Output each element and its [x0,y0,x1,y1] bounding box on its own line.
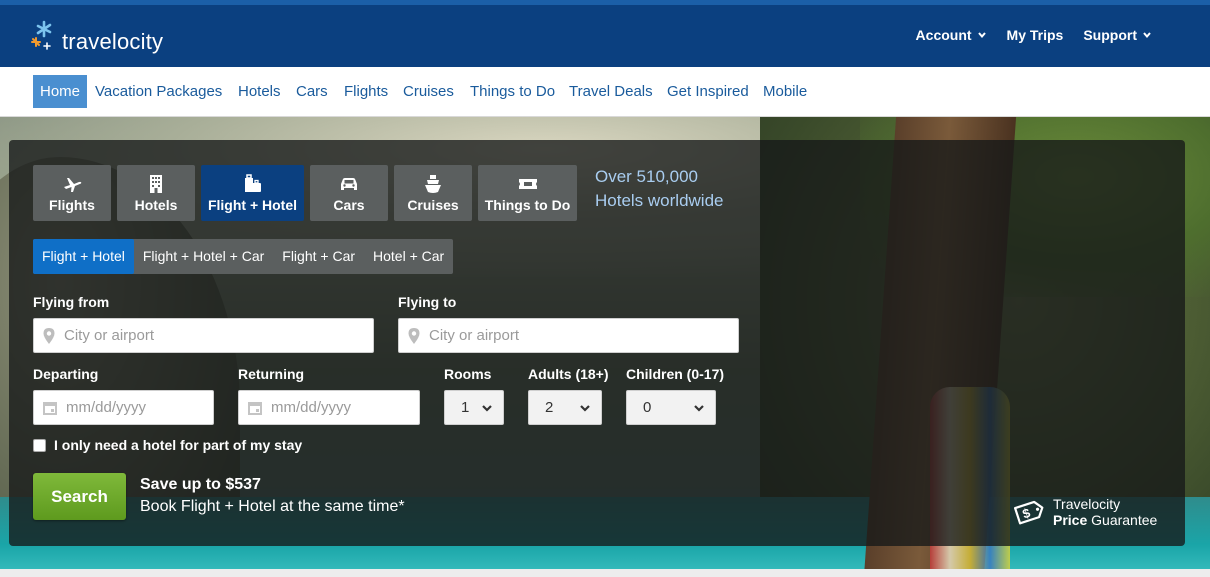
flying-from-label: Flying from [33,294,110,310]
nav-cars[interactable]: Cars [289,75,335,108]
ship-icon [425,174,441,193]
adults-value: 2 [545,399,554,416]
tab-flight-hotel[interactable]: Flight + Hotel [201,165,304,221]
logo[interactable]: travelocity [30,17,163,57]
nav-home[interactable]: Home [33,75,88,108]
price-tag-icon: $ [1014,500,1044,525]
children-value: 0 [643,399,652,416]
adults-select[interactable]: 2 [528,390,602,425]
airplane-icon [64,177,82,192]
flying-to-placeholder: City or airport [429,327,520,344]
chevron-down-icon [580,404,590,412]
chevron-down-icon [977,32,986,39]
savings-message: Save up to $537 Book Flight + Hotel at t… [140,476,405,516]
chevron-down-icon [1143,32,1151,39]
account-menu[interactable]: Account [916,27,987,43]
nav-hotels[interactable]: Hotels [231,75,288,108]
nav-mobile[interactable]: Mobile [756,75,814,108]
tab-hotels[interactable]: Hotels [117,165,195,221]
savings-subtitle: Book Flight + Hotel at the same time* [140,498,405,515]
savings-title: Save up to $537 [140,476,261,493]
guarantee-text: Price Guarantee [1053,512,1158,528]
search-panel: Flights Hotels Flight + Hotel Cars Cruis… [9,140,1185,546]
rooms-label: Rooms [444,366,492,382]
guarantee-brand: Travelocity [1053,496,1121,512]
luggage-icon [244,173,261,192]
my-trips-link[interactable]: My Trips [1007,27,1064,43]
children-label: Children (0-17) [626,366,725,382]
hotel-count-promo: Over 510,000 Hotels worldwide [595,167,724,210]
departing-date-input[interactable]: mm/dd/yyyy [33,390,214,425]
site-header: travelocity Account My Trips Support [0,5,1210,67]
location-pin-icon [43,327,55,344]
rooms-select[interactable]: 1 [444,390,504,425]
children-select[interactable]: 0 [626,390,716,425]
returning-placeholder: mm/dd/yyyy [271,399,352,416]
package-tabs: Flight + Hotel Flight + Hotel + Car Flig… [33,239,454,274]
flying-to-input[interactable]: City or airport [398,318,739,353]
nav-things-to-do[interactable]: Things to Do [463,75,562,108]
partial-stay-label: I only need a hotel for part of my stay [54,437,303,453]
price-guarantee-badge[interactable]: $ Travelocity Price Guarantee [1011,496,1157,528]
subtab-flight-hotel-car[interactable]: Flight + Hotel + Car [134,239,273,274]
support-menu-label: Support [1083,27,1137,43]
chevron-down-icon [482,404,492,412]
nav-get-inspired[interactable]: Get Inspired [660,75,756,108]
chevron-down-icon [694,404,704,412]
tab-cruises[interactable]: Cruises [394,165,472,221]
building-icon [150,174,162,193]
car-icon [341,177,357,190]
support-menu[interactable]: Support [1083,27,1152,43]
departing-placeholder: mm/dd/yyyy [66,399,147,416]
checkbox-box[interactable] [33,438,46,452]
calendar-icon [248,401,262,415]
subtab-hotel-car[interactable]: Hotel + Car [364,239,453,274]
tab-flights[interactable]: Flights [33,165,111,221]
subtab-flight-car[interactable]: Flight + Car [273,239,364,274]
my-trips-label: My Trips [1006,27,1064,43]
rooms-value: 1 [461,399,470,416]
location-pin-icon [408,327,420,344]
header-nav: Account My Trips Support [916,27,1152,43]
logo-text: travelocity [62,29,164,54]
search-button[interactable]: Search [33,473,126,520]
account-menu-label: Account [915,27,972,43]
returning-date-input[interactable]: mm/dd/yyyy [238,390,420,425]
logo-star-icon [31,20,52,50]
svg-text:$: $ [1021,505,1033,522]
adults-label: Adults (18+) [528,366,609,382]
nav-vacation-packages[interactable]: Vacation Packages [88,75,229,108]
departing-label: Departing [33,366,99,382]
nav-flights[interactable]: Flights [337,75,395,108]
flying-from-input[interactable]: City or airport [33,318,374,353]
tab-things-to-do[interactable]: Things to Do [478,165,577,221]
ticket-icon [518,178,537,189]
subtab-flight-hotel[interactable]: Flight + Hotel [33,239,134,274]
nav-travel-deals[interactable]: Travel Deals [562,75,660,108]
returning-label: Returning [238,366,305,382]
flying-from-placeholder: City or airport [64,327,155,344]
product-tabs: Flights Hotels Flight + Hotel Cars Cruis… [33,165,577,221]
nav-cruises[interactable]: Cruises [396,75,461,108]
main-nav: Home Vacation Packages Hotels Cars Fligh… [0,67,1210,117]
flying-to-label: Flying to [398,294,457,310]
partial-stay-checkbox[interactable]: I only need a hotel for part of my stay [33,437,302,453]
tab-cars[interactable]: Cars [310,165,388,221]
calendar-icon [43,401,57,415]
